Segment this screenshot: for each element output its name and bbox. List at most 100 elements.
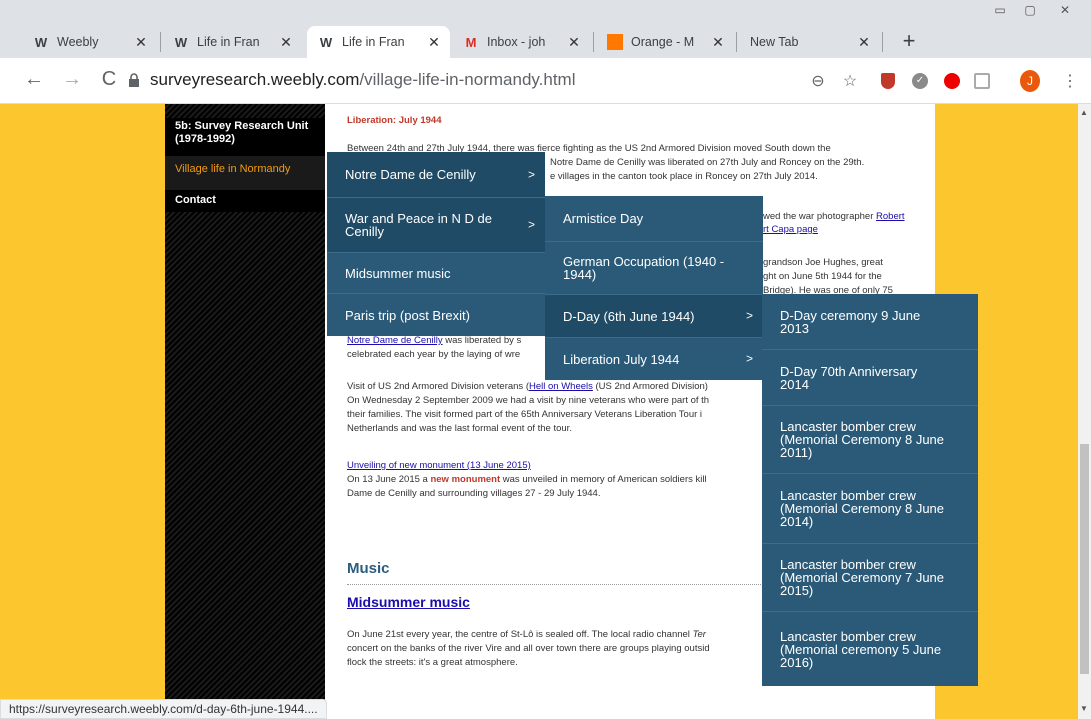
extension-icon[interactable]: [972, 71, 992, 91]
vertical-scrollbar[interactable]: ▲ ▼: [1078, 104, 1091, 719]
chevron-right-icon: >: [745, 308, 753, 323]
tab-title: Life in Fran: [342, 35, 405, 49]
menu-item-label: Lancaster bomber crew (Memorial Ceremony…: [780, 557, 945, 598]
weebly-icon: W: [319, 34, 333, 50]
bookmark-star-icon[interactable]: ☆: [840, 71, 860, 91]
music-heading: Music: [347, 560, 390, 577]
scrollbar-thumb[interactable]: [1080, 444, 1089, 674]
page-viewport: 5b: Survey Research Unit (1978-1992) Vil…: [0, 104, 1078, 719]
notre-dame-link[interactable]: Notre Dame de Cenilly: [347, 335, 443, 346]
menu-item-midsummer-music[interactable]: Midsummer music: [327, 253, 545, 294]
midsummer-music-link[interactable]: Midsummer music: [347, 595, 470, 609]
paragraph: Notre Dame de Cenilly was liberated on 2…: [550, 157, 865, 168]
menu-item-dday-70th[interactable]: D-Day 70th Anniversary 2014: [762, 350, 978, 406]
close-tab-icon[interactable]: ✕: [566, 34, 582, 51]
paragraph: e villages in the canton took place in R…: [550, 171, 818, 182]
dropdown-menu-level2: Armistice Day German Occupation (1940 - …: [545, 196, 763, 380]
avatar[interactable]: J: [1020, 70, 1040, 92]
tab-life-in-france-1[interactable]: W Life in Fran ✕: [162, 26, 302, 58]
capa-page-link[interactable]: rt Capa page: [763, 223, 933, 236]
tab-bar: ▭ ▢ ✕ W Weebly ✕ W Life in Fran ✕ W Life…: [0, 0, 1091, 58]
weebly-icon: W: [34, 34, 48, 50]
gmail-icon: M: [465, 34, 477, 50]
close-tab-icon[interactable]: ✕: [133, 34, 149, 51]
reload-icon[interactable]: C: [97, 68, 121, 91]
close-tab-icon[interactable]: ✕: [710, 34, 726, 51]
menu-item-dday-ceremony-2013[interactable]: D-Day ceremony 9 June 2013: [762, 294, 978, 350]
menu-item-d-day[interactable]: D-Day (6th June 1944) >: [545, 295, 763, 338]
tab-orange[interactable]: Orange - M ✕: [596, 26, 734, 58]
paragraph: was unveiled in memory of American soldi…: [502, 474, 707, 485]
menu-item-label: D-Day (6th June 1944): [563, 308, 695, 324]
maximize-icon[interactable]: ▢: [1015, 0, 1045, 20]
close-tab-icon[interactable]: ✕: [426, 34, 442, 51]
menu-item-label: Armistice Day: [563, 211, 644, 226]
menu-item-label: German Occupation (1940 - 1944): [563, 254, 725, 282]
menu-item-war-and-peace[interactable]: War and Peace in N D de Cenilly >: [327, 198, 545, 253]
menu-item-armistice-day[interactable]: Armistice Day: [545, 196, 763, 242]
chevron-right-icon: >: [527, 217, 535, 232]
section-heading: Liberation: July 1944: [347, 115, 442, 126]
new-tab-plus-icon[interactable]: +: [897, 28, 921, 54]
paragraph: wed the war photographer: [763, 211, 874, 222]
chevron-right-icon: >: [527, 167, 535, 181]
tab-new-tab[interactable]: New Tab ✕: [740, 26, 880, 58]
menu-item-lancaster-2011[interactable]: Lancaster bomber crew (Memorial Ceremony…: [762, 406, 978, 474]
paragraph: grandson Joe Hughes, great: [763, 257, 883, 268]
tab-title: Inbox - joh: [487, 35, 546, 49]
check-extension-icon[interactable]: ✓: [910, 71, 930, 91]
tab-title: New Tab: [750, 35, 799, 49]
robert-capa-link[interactable]: Robert: [876, 211, 905, 222]
menu-item-label: Midsummer music: [345, 265, 451, 281]
shield-extension-icon[interactable]: [878, 71, 898, 91]
lock-icon[interactable]: [128, 73, 140, 87]
orange-icon: [606, 34, 624, 50]
tab-title: Weebly: [57, 35, 99, 49]
paragraph: was liberated by s: [445, 335, 522, 346]
back-arrow-icon[interactable]: ←: [22, 68, 46, 91]
new-monument-link[interactable]: new monument: [430, 474, 500, 485]
paragraph: On June 21st every year, the centre of S…: [347, 629, 690, 640]
tab-title: Life in Fran: [197, 35, 260, 49]
url-path: /village-life-in-normandy.html: [359, 70, 576, 89]
sidebar-item-label: Village life in Normandy: [175, 163, 291, 175]
menu-item-lancaster-2015[interactable]: Lancaster bomber crew (Memorial Ceremony…: [762, 544, 978, 612]
menu-item-label: D-Day ceremony 9 June 2013: [780, 307, 921, 336]
paragraph: On 13 June 2015 a: [347, 474, 428, 485]
minimize-icon[interactable]: ▭: [985, 0, 1015, 20]
dropdown-menu-level1: Notre Dame de Cenilly > War and Peace in …: [327, 152, 545, 336]
tab-weebly[interactable]: W Weebly ✕: [22, 26, 157, 58]
sidebar-item-village-life[interactable]: Village life in Normandy: [165, 156, 325, 190]
address-bar[interactable]: surveyresearch.weebly.com/village-life-i…: [150, 70, 575, 90]
menu-item-label: D-Day 70th Anniversary 2014: [780, 363, 918, 392]
hell-on-wheels-link[interactable]: Hell on Wheels: [529, 381, 593, 392]
status-bar-url: https://surveyresearch.weebly.com/d-day-…: [0, 699, 327, 719]
paragraph: ght on June 5th 1944 for the: [763, 271, 882, 282]
paragraph: Visit of US 2nd Armored Division veteran…: [347, 381, 529, 392]
close-window-icon[interactable]: ✕: [1050, 0, 1080, 20]
menu-item-notre-dame[interactable]: Notre Dame de Cenilly >: [327, 152, 545, 198]
sidebar: 5b: Survey Research Unit (1978-1992) Vil…: [165, 104, 325, 719]
menu-item-german-occupation[interactable]: German Occupation (1940 - 1944): [545, 242, 763, 295]
scroll-down-icon[interactable]: ▼: [1080, 704, 1088, 713]
menu-item-label: Liberation July 1944: [563, 351, 680, 367]
menu-item-label: Notre Dame de Cenilly: [345, 167, 476, 182]
close-tab-icon[interactable]: ✕: [856, 34, 872, 51]
tab-life-in-france-active[interactable]: W Life in Fran ✕: [307, 26, 450, 58]
zoom-icon[interactable]: ⊖: [808, 71, 828, 91]
close-tab-icon[interactable]: ✕: [278, 34, 294, 51]
menu-item-paris-trip[interactable]: Paris trip (post Brexit): [327, 294, 545, 336]
weebly-icon: W: [174, 34, 188, 50]
dropdown-menu-level3: D-Day ceremony 9 June 2013 D-Day 70th An…: [762, 294, 978, 686]
tab-inbox[interactable]: M Inbox - joh ✕: [452, 26, 590, 58]
sidebar-item-label: 5b: Survey Research Unit (1978-1992): [175, 120, 309, 145]
menu-item-liberation[interactable]: Liberation July 1944 >: [545, 338, 763, 380]
forward-arrow-icon[interactable]: →: [60, 68, 84, 91]
sidebar-item-contact[interactable]: Contact: [165, 190, 325, 212]
sidebar-item-survey-research-unit[interactable]: 5b: Survey Research Unit (1978-1992): [165, 118, 325, 156]
scroll-up-icon[interactable]: ▲: [1080, 108, 1088, 117]
menu-item-lancaster-2014[interactable]: Lancaster bomber crew (Memorial Ceremony…: [762, 474, 978, 544]
menu-dots-icon[interactable]: ⋮: [1060, 71, 1080, 91]
menu-item-lancaster-2016[interactable]: Lancaster bomber crew (Memorial ceremony…: [762, 612, 978, 686]
stop-extension-icon[interactable]: [942, 71, 962, 91]
